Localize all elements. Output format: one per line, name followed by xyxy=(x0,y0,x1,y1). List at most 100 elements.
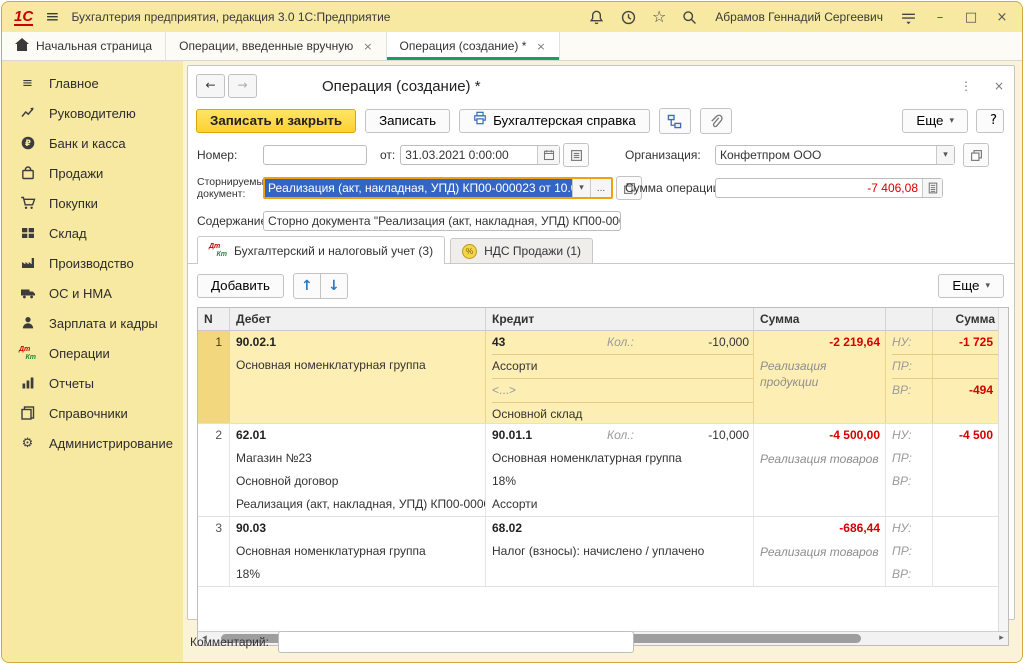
tab-close-icon[interactable]: × xyxy=(536,40,545,53)
table-row[interactable]: 3 90.03 Основная номенклатурная группа 1… xyxy=(198,517,998,587)
chevron-down-icon: ▾ xyxy=(985,275,990,297)
close-window-button[interactable]: × xyxy=(994,10,1010,25)
comment-input[interactable] xyxy=(278,631,634,653)
sidebar-item-main[interactable]: ≡ Главное xyxy=(2,68,183,98)
move-up-icon[interactable]: ↑ xyxy=(293,273,321,299)
form-more-dots-icon[interactable]: ⋮ xyxy=(960,79,972,93)
app-window: 1С ≡ Бухгалтерия предприятия, редакция 3… xyxy=(1,1,1023,663)
nds-coin-icon: % xyxy=(462,244,477,259)
number-input[interactable] xyxy=(263,145,367,165)
forward-button[interactable]: → xyxy=(228,74,257,98)
form-more-button[interactable]: Еще▾ xyxy=(902,109,968,133)
search-icon[interactable] xyxy=(681,9,698,26)
service-menu-icon[interactable] xyxy=(900,9,917,26)
tab-home[interactable]: Начальная страница xyxy=(2,32,166,60)
dt-kt-icon: ДтКт xyxy=(19,345,36,362)
paperclip-icon[interactable] xyxy=(700,108,732,134)
sidebar-item-bank-cash[interactable]: ₽ Банк и касса xyxy=(2,128,183,158)
sidebar-item-sales[interactable]: Продажи xyxy=(2,158,183,188)
calendar-icon[interactable] xyxy=(537,146,559,164)
user-name[interactable]: Абрамов Геннадий Сергеевич xyxy=(715,10,883,24)
form-title: Операция (создание) * xyxy=(322,78,481,95)
1c-logo: 1С xyxy=(14,9,33,26)
chevron-down-icon[interactable]: ▾ xyxy=(572,179,590,197)
content-input[interactable]: Сторно документа "Реализация (акт, накла… xyxy=(263,211,621,231)
form-close-icon[interactable]: × xyxy=(994,79,1004,93)
row-number: 3 xyxy=(198,517,222,540)
table-row[interactable]: 1 90.02.1 Основная номенклатурная группа… xyxy=(198,331,998,424)
title-bar: 1С ≡ Бухгалтерия предприятия, редакция 3… xyxy=(2,2,1022,32)
notifications-icon[interactable] xyxy=(588,9,605,26)
table-row[interactable]: 2 62.01 Магазин №23 Основной договор Реа… xyxy=(198,424,998,517)
add-row-button[interactable]: Добавить xyxy=(197,274,284,298)
printer-icon xyxy=(473,110,487,132)
bar-chart-icon xyxy=(19,375,36,392)
sidebar-item-os-nma[interactable]: ОС и НМА xyxy=(2,278,183,308)
sidebar-item-production[interactable]: Производство xyxy=(2,248,183,278)
home-icon xyxy=(15,38,29,54)
operation-sum-label: Сумма операции: xyxy=(625,181,723,195)
sidebar-item-manager[interactable]: Руководителю xyxy=(2,98,183,128)
scroll-right-icon[interactable]: ▸ xyxy=(995,632,1008,645)
col-n: N xyxy=(198,308,230,330)
sidebar-item-directories[interactable]: Справочники xyxy=(2,398,183,428)
sidebar-item-label: Справочники xyxy=(49,406,128,421)
debit-account: 90.03 xyxy=(236,517,485,540)
vertical-scrollbar[interactable] xyxy=(998,308,1008,631)
calculator-icon[interactable] xyxy=(922,179,942,197)
minimize-button[interactable]: – xyxy=(932,10,948,25)
credit-account: 43 xyxy=(492,331,607,354)
sum-value: -2 219,64 xyxy=(754,331,885,354)
number-label: Номер: xyxy=(197,148,263,162)
comment-label: Комментарий: xyxy=(190,635,269,649)
menu-lines-icon: ≡ xyxy=(19,75,36,92)
qty-label: Кол.: xyxy=(607,424,659,447)
tab-manual-operations[interactable]: Операции, введенные вручную × xyxy=(166,32,386,60)
save-close-button[interactable]: Записать и закрыть xyxy=(196,109,356,133)
organization-input[interactable]: Конфетпром ООО ▾ xyxy=(715,145,955,165)
sidebar-item-label: Продажи xyxy=(49,166,103,181)
tab-nds-sales[interactable]: % НДС Продажи (1) xyxy=(450,238,593,263)
qty-value: -10,000 xyxy=(659,331,749,354)
chevron-down-icon[interactable]: ▾ xyxy=(936,146,954,164)
tab-operation-create[interactable]: Операция (создание) * × xyxy=(387,32,560,60)
tab-label: Операция (создание) * xyxy=(400,39,527,53)
table-more-button[interactable]: Еще▾ xyxy=(938,274,1004,298)
choose-ellipsis-button[interactable]: ... xyxy=(590,179,611,197)
operation-form-panel: ← → Операция (создание) * ⋮ × Записать и… xyxy=(187,65,1015,620)
date-input[interactable]: 31.03.2021 0:00:00 xyxy=(400,145,560,165)
favorites-icon[interactable]: ☆ xyxy=(652,9,666,25)
accounting-reference-button[interactable]: Бухгалтерская справка xyxy=(459,109,650,133)
subordination-structure-icon[interactable] xyxy=(659,108,691,134)
chevron-down-icon: ▾ xyxy=(949,110,954,132)
save-button[interactable]: Записать xyxy=(365,109,450,133)
cart-icon xyxy=(19,195,36,212)
col-debit: Дебет xyxy=(230,308,486,330)
sidebar-item-reports[interactable]: Отчеты xyxy=(2,368,183,398)
tab-close-icon[interactable]: × xyxy=(363,40,372,53)
document-list-icon[interactable] xyxy=(563,143,589,167)
operation-sum-input[interactable]: -7 406,08 xyxy=(715,178,943,198)
sidebar-item-operations[interactable]: ДтКт Операции xyxy=(2,338,183,368)
sidebar-item-administration[interactable]: ⚙ Администрирование xyxy=(2,428,183,458)
history-icon[interactable] xyxy=(620,9,637,26)
back-button[interactable]: ← xyxy=(196,74,225,98)
move-down-icon[interactable]: ↓ xyxy=(321,273,348,299)
tab-accounting-tax[interactable]: ДтКт Бухгалтерский и налоговый учет (3) xyxy=(197,236,445,264)
sidebar-item-warehouse[interactable]: Склад xyxy=(2,218,183,248)
svg-text:₽: ₽ xyxy=(25,139,31,149)
sidebar-item-salary-hr[interactable]: Зарплата и кадры xyxy=(2,308,183,338)
maximize-button[interactable]: □ xyxy=(963,10,979,25)
postings-table: N Дебет Кредит Сумма Сумма Дт 1 xyxy=(197,307,1009,646)
sidebar-item-purchases[interactable]: Покупки xyxy=(2,188,183,218)
sidebar-item-label: Отчеты xyxy=(49,376,94,391)
open-organization-icon[interactable] xyxy=(963,143,989,167)
sidebar-item-label: Операции xyxy=(49,346,110,361)
sum-value: -4 500,00 xyxy=(754,424,885,447)
qty-value: -10,000 xyxy=(659,424,749,447)
storno-doc-input[interactable]: Реализация (акт, накладная, УПД) КП00-00… xyxy=(263,177,613,199)
help-button[interactable]: ? xyxy=(976,109,1004,133)
debit-account: 62.01 xyxy=(236,424,485,447)
sum-note: Реализация продукции xyxy=(754,354,862,390)
main-menu-icon[interactable]: ≡ xyxy=(45,7,59,27)
